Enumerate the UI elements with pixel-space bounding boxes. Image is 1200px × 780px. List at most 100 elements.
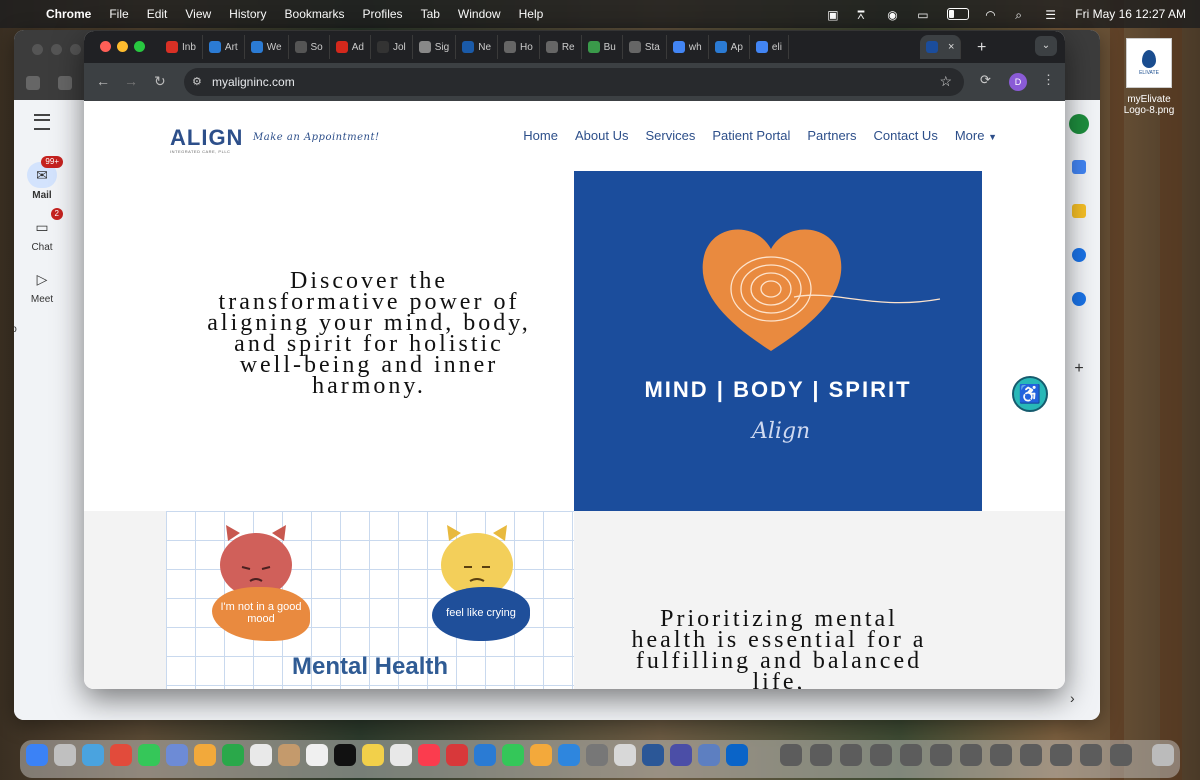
site-logo[interactable]: ALIGN INTEGRATED CARE, PLLC <box>170 125 243 154</box>
browser-tab[interactable]: Re <box>540 35 582 59</box>
dock-app-icon[interactable] <box>250 744 272 766</box>
dock-minimized-window[interactable] <box>900 744 922 766</box>
contacts-icon[interactable] <box>1072 292 1086 306</box>
user-circle-icon[interactable]: ◉ <box>887 8 901 22</box>
browser-tab[interactable]: Ad <box>330 35 371 59</box>
dock-app-icon[interactable] <box>530 744 552 766</box>
dock-app-icon[interactable] <box>54 744 76 766</box>
browser-tab[interactable]: Jol <box>371 35 413 59</box>
dock-app-icon[interactable] <box>306 744 328 766</box>
desktop-file-icon[interactable]: ELIVATE myElivate Logo-8.png <box>1118 38 1180 116</box>
site-info-icon[interactable]: ⚙ <box>192 75 206 89</box>
dock-minimized-window[interactable] <box>780 744 802 766</box>
dock-app-icon[interactable] <box>698 744 720 766</box>
dock-app-icon[interactable] <box>138 744 160 766</box>
nav-partners[interactable]: Partners <box>807 128 856 143</box>
dock-minimized-window[interactable] <box>1050 744 1072 766</box>
dock-minimized-window[interactable] <box>1110 744 1132 766</box>
dock-minimized-window[interactable] <box>960 744 982 766</box>
menu-bookmarks[interactable]: Bookmarks <box>285 7 345 21</box>
avatar-icon[interactable] <box>1069 114 1089 134</box>
menu-window[interactable]: Window <box>458 7 501 21</box>
dock-minimized-window[interactable] <box>1020 744 1042 766</box>
menu-profiles[interactable]: Profiles <box>363 7 403 21</box>
dock-app-icon[interactable] <box>390 744 412 766</box>
nav-patient-portal[interactable]: Patient Portal <box>712 128 790 143</box>
browser-tab[interactable]: We <box>245 35 289 59</box>
gmail-tab-icon[interactable] <box>26 76 40 90</box>
dock-minimized-window[interactable] <box>840 744 862 766</box>
browser-tab[interactable]: Ap <box>709 35 750 59</box>
extension-icon[interactable]: ⟳ <box>980 72 991 88</box>
dock-app-icon[interactable] <box>334 744 356 766</box>
rail-mail[interactable]: ✉ 99+ Mail <box>14 156 70 201</box>
airpods-icon[interactable]: ⩞ <box>857 8 871 22</box>
control-center-icon[interactable]: ☰ <box>1045 8 1059 22</box>
dock-minimized-window[interactable] <box>990 744 1012 766</box>
profile-avatar[interactable]: D <box>1009 73 1027 91</box>
appointment-link[interactable]: Make an Appointment! <box>253 132 380 143</box>
dock-app-icon[interactable] <box>642 744 664 766</box>
dock-app-icon[interactable] <box>26 744 48 766</box>
menu-help[interactable]: Help <box>519 7 544 21</box>
keep-icon[interactable] <box>1072 204 1086 218</box>
dock-app-icon[interactable] <box>558 744 580 766</box>
minimize-window-button[interactable] <box>117 41 128 52</box>
browser-tab[interactable]: Ho <box>498 35 540 59</box>
dock-app-icon[interactable] <box>670 744 692 766</box>
tasks-icon[interactable] <box>1072 248 1086 262</box>
new-tab-button[interactable]: + <box>977 39 986 57</box>
browser-tab[interactable]: Sig <box>413 35 457 59</box>
browser-tab[interactable]: Inb <box>160 35 203 59</box>
reload-button[interactable]: ↻ <box>154 73 166 90</box>
dock-minimized-window[interactable] <box>810 744 832 766</box>
calendar-icon[interactable] <box>1072 160 1086 174</box>
browser-tab[interactable]: Bu <box>582 35 623 59</box>
minimize-light[interactable] <box>51 44 62 55</box>
wifi-icon[interactable]: ◠ <box>985 8 999 22</box>
chrome-menu-icon[interactable]: ⋮ <box>1042 72 1055 88</box>
browser-tab[interactable]: Ne <box>456 35 499 59</box>
chevron-right-icon[interactable]: › <box>1070 690 1075 706</box>
browser-tab[interactable]: eli <box>750 35 789 59</box>
dock-app-icon[interactable] <box>166 744 188 766</box>
rail-meet[interactable]: ▷ Meet <box>14 266 70 305</box>
dock-minimized-window[interactable] <box>1080 744 1102 766</box>
battery-icon[interactable] <box>947 8 970 20</box>
nav-about-us[interactable]: About Us <box>575 128 628 143</box>
nav-contact-us[interactable]: Contact Us <box>874 128 938 143</box>
browser-tab[interactable]: Art <box>203 35 245 59</box>
close-light[interactable] <box>32 44 43 55</box>
dock-app-icon[interactable] <box>614 744 636 766</box>
accessibility-button[interactable]: ♿ <box>1012 376 1048 412</box>
zoom-window-button[interactable] <box>134 41 145 52</box>
dock-app-icon[interactable] <box>726 744 748 766</box>
dock-minimized-window[interactable] <box>930 744 952 766</box>
dock-app-icon[interactable] <box>194 744 216 766</box>
close-tab-icon[interactable]: × <box>948 41 954 53</box>
bookmark-star-icon[interactable]: ☆ <box>939 73 952 90</box>
menu-view[interactable]: View <box>185 7 211 21</box>
status-app-icon[interactable]: ▣ <box>827 8 841 22</box>
dock-app-icon[interactable] <box>502 744 524 766</box>
forward-button[interactable]: → <box>124 73 138 89</box>
nav-home[interactable]: Home <box>523 128 558 143</box>
zoom-light[interactable] <box>70 44 81 55</box>
menubar-clock[interactable]: Fri May 16 12:27 AM <box>1075 7 1186 21</box>
rail-chat[interactable]: ▭ 2 Chat <box>14 208 70 253</box>
search-icon[interactable]: ⌕ <box>1015 8 1029 22</box>
dock-app-icon[interactable] <box>418 744 440 766</box>
browser-tab-active[interactable]: × <box>920 35 962 59</box>
dock-app-icon[interactable] <box>586 744 608 766</box>
nav-services[interactable]: Services <box>645 128 695 143</box>
tab-search-button[interactable]: ⌄ <box>1035 36 1057 56</box>
dock-app-icon[interactable] <box>474 744 496 766</box>
menu-edit[interactable]: Edit <box>147 7 168 21</box>
dock-app-icon[interactable] <box>362 744 384 766</box>
gmail-tab-icon[interactable] <box>58 76 72 90</box>
browser-tab[interactable]: Sta <box>623 35 667 59</box>
menu-app-chrome[interactable]: Chrome <box>46 7 91 21</box>
dock-app-icon[interactable] <box>222 744 244 766</box>
trash-icon[interactable] <box>1152 744 1174 766</box>
car-icon[interactable]: ▭ <box>917 8 931 22</box>
